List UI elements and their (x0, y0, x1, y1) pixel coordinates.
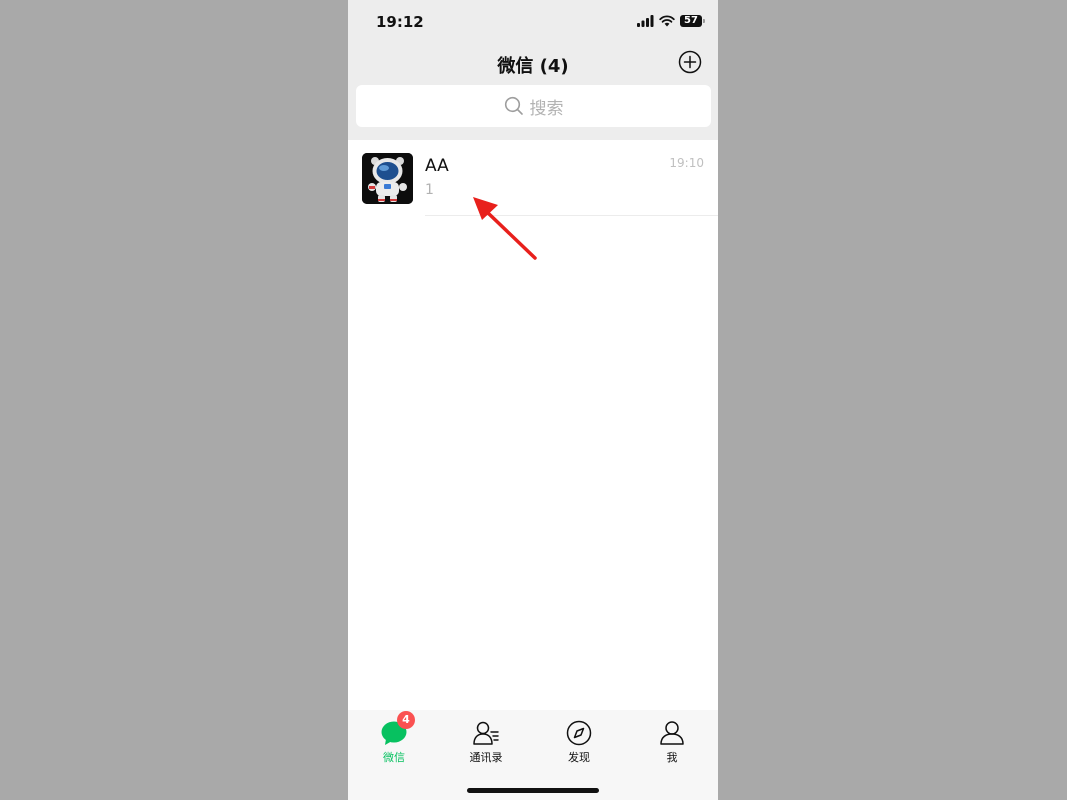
tab-label: 发现 (568, 751, 590, 764)
person-icon (660, 721, 684, 745)
page-title: 微信 (4) (497, 56, 569, 77)
tab-bar: 4 微信 通讯录 发现 我 (348, 710, 718, 800)
header: 微信 (4) 搜索 (348, 44, 718, 140)
chat-preview: 1 (425, 182, 434, 198)
tab-label: 通讯录 (469, 751, 503, 764)
wifi-icon (659, 15, 675, 27)
tab-chats[interactable]: 4 微信 (348, 710, 440, 770)
divider (425, 215, 718, 216)
search-placeholder: 搜索 (529, 98, 564, 119)
chat-list: AA 1 19:10 (348, 140, 718, 216)
tab-label: 微信 (383, 751, 405, 764)
status-bar: 19:12 57 (348, 0, 718, 44)
chat-row-aa[interactable]: AA 1 19:10 (348, 140, 718, 216)
astronaut-avatar (362, 153, 413, 204)
chat-time: 19:10 (669, 156, 704, 170)
battery-icon: 57 (680, 15, 705, 27)
tab-contacts[interactable]: 通讯录 (440, 710, 532, 770)
contacts-icon (473, 721, 499, 745)
tab-me[interactable]: 我 (626, 710, 718, 770)
status-time: 19:12 (376, 13, 424, 31)
search-bar[interactable]: 搜索 (356, 85, 711, 127)
tab-label: 我 (666, 751, 678, 764)
plus-circle-icon[interactable] (678, 50, 702, 74)
home-indicator[interactable] (467, 788, 599, 793)
phone-screen: 19:12 57 微信 (4) 搜索 AA 1 19:10 4 微信 通讯录 发… (348, 0, 718, 800)
compass-icon (566, 720, 592, 746)
search-icon (504, 96, 523, 115)
unread-badge: 4 (397, 711, 415, 729)
chat-name: AA (425, 156, 449, 176)
status-icons: 57 (637, 14, 705, 28)
signal-icon (637, 15, 654, 27)
tab-discover[interactable]: 发现 (533, 710, 625, 770)
